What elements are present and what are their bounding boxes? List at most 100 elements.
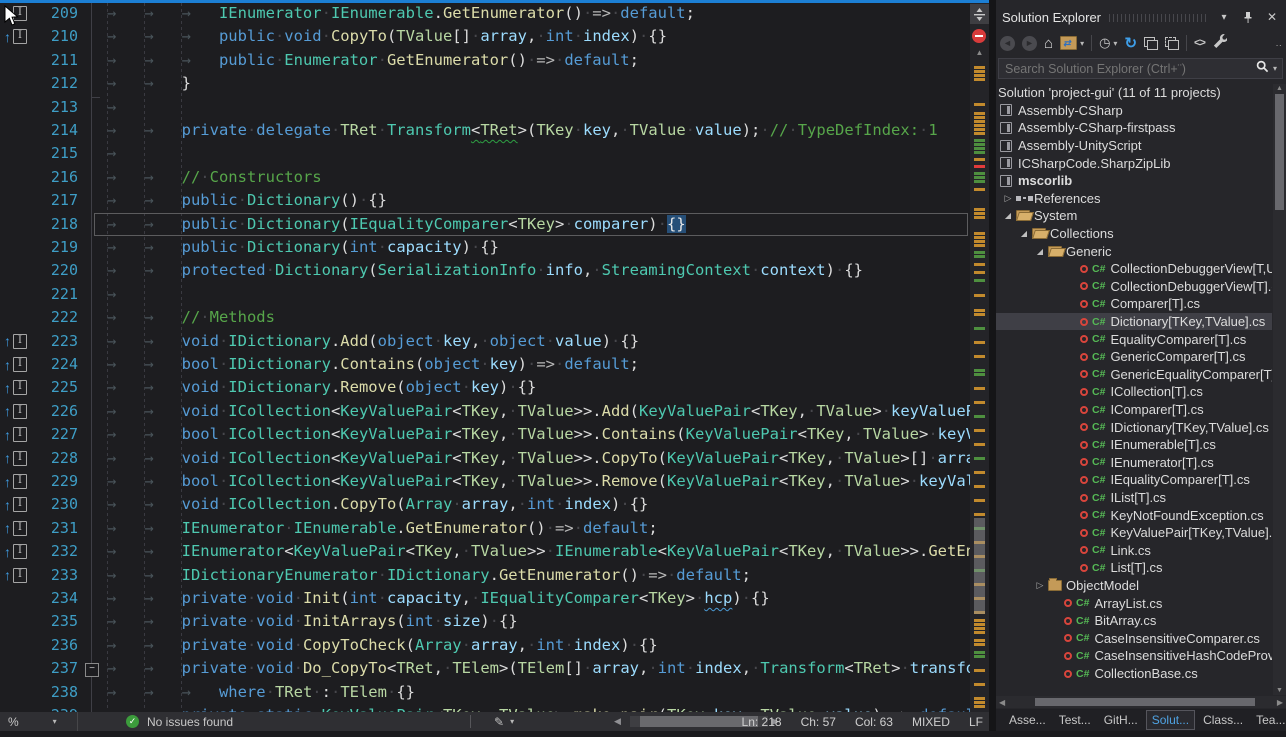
search-box[interactable]: ▾ [998, 58, 1283, 79]
code-line[interactable]: 222→→//·Methods [0, 306, 970, 329]
tree-item[interactable]: C#KeyValuePair[TKey,TValue].cs [996, 524, 1272, 542]
tree-item[interactable]: Assembly-CSharp-firstpass [996, 119, 1272, 137]
tree-vertical-scrollbar[interactable]: ▲ ▼ [1273, 84, 1286, 695]
code-line[interactable]: ↑I210→→→public·void·CopyTo(TValue[]·arra… [0, 25, 970, 48]
tree-item[interactable]: ▷ObjectModel [996, 577, 1272, 595]
tree-item[interactable]: C#Dictionary[TKey,TValue].cs [996, 313, 1272, 331]
show-all-files-button[interactable] [1165, 37, 1179, 50]
scroll-right-arrow[interactable]: ▶ [1277, 698, 1283, 707]
tree-item[interactable]: Solution 'project-gui' (11 of 11 project… [996, 84, 1272, 102]
split-window-handle[interactable] [970, 4, 989, 24]
expand-arrow-icon[interactable]: ▷ [1000, 193, 1016, 204]
code-line[interactable]: ↑I229→→bool·ICollection<KeyValuePair<TKe… [0, 470, 970, 493]
code-editor[interactable]: ↑I209→→→IEnumerator·IEnumerable.GetEnume… [0, 0, 989, 712]
search-options-dropdown[interactable]: ▾ [1273, 64, 1277, 73]
tool-window-tab[interactable]: GitH... [1099, 711, 1143, 729]
implements-interface-icon[interactable]: ↑I [4, 333, 27, 350]
tree-item[interactable]: C#Link.cs [996, 542, 1272, 560]
code-line[interactable]: 218→→public·Dictionary(IEqualityComparer… [0, 213, 970, 236]
implements-interface-icon[interactable]: ↑I [4, 473, 27, 490]
implements-interface-icon[interactable]: ↑I [4, 543, 27, 560]
code-line[interactable]: 220→→protected·Dictionary(SerializationI… [0, 259, 970, 282]
tool-window-tab[interactable]: Test... [1054, 711, 1096, 729]
tree-item[interactable]: C#ArrayList.cs [996, 594, 1272, 612]
search-icon[interactable] [1256, 60, 1269, 78]
implements-interface-icon[interactable]: ↑I [4, 450, 27, 467]
tree-item[interactable]: ICSharpCode.SharpZipLib [996, 154, 1272, 172]
implements-interface-icon[interactable]: ↑I [4, 403, 27, 420]
tree-item[interactable]: C#List[T].cs [996, 559, 1272, 577]
code-line[interactable]: 221→ [0, 283, 970, 306]
tree-item[interactable]: C#IEnumerable[T].cs [996, 436, 1272, 454]
code-line[interactable]: ↑I223→→void·IDictionary.Add(object·key,·… [0, 330, 970, 353]
code-line[interactable]: 239→→private·static·KeyValuePair<TKey,·T… [0, 704, 970, 712]
document-health-indicator[interactable]: ✓ No issues found [126, 712, 233, 731]
tree-item[interactable]: C#IDictionary[TKey,TValue].cs [996, 418, 1272, 436]
line-ending-indicator[interactable]: LF [969, 715, 983, 729]
tree-item[interactable]: Assembly-CSharp [996, 102, 1272, 120]
tree-item[interactable]: ▷References [996, 190, 1272, 208]
tree-item[interactable]: C#IEnumerator[T].cs [996, 454, 1272, 472]
drag-grip[interactable] [1109, 14, 1208, 22]
tree-item[interactable]: Assembly-UnityScript [996, 137, 1272, 155]
code-line[interactable]: 219→→public·Dictionary(int·capacity)·{} [0, 236, 970, 259]
tree-item[interactable]: C#CaseInsensitiveComparer.cs [996, 630, 1272, 648]
code-line[interactable]: ↑I226→→void·ICollection<KeyValuePair<TKe… [0, 400, 970, 423]
code-line[interactable]: ↑I209→→→IEnumerator·IEnumerable.GetEnume… [0, 2, 970, 25]
code-line[interactable]: 215→ [0, 142, 970, 165]
close-icon[interactable]: ✕ [1264, 9, 1280, 25]
zoom-control[interactable]: % ▾ [0, 712, 78, 731]
code-line[interactable]: ↑I233→→IDictionaryEnumerator·IDictionary… [0, 564, 970, 587]
tree-item[interactable]: C#GenericEqualityComparer[T].cs [996, 366, 1272, 384]
code-line[interactable]: 213→ [0, 96, 970, 119]
tree-item[interactable]: C#KeyNotFoundException.cs [996, 506, 1272, 524]
code-line[interactable]: ↑I227→→bool·ICollection<KeyValuePair<TKe… [0, 423, 970, 446]
tree-item[interactable]: C#BitArray.cs [996, 612, 1272, 630]
code-line[interactable]: 217→→public·Dictionary()·{} [0, 189, 970, 212]
code-line[interactable]: 238→→→where·TRet·:·TElem·{} [0, 681, 970, 704]
fold-collapse-button[interactable]: − [85, 663, 99, 677]
collapse-all-button[interactable] [1144, 37, 1158, 50]
tree-item[interactable]: C#CaseInsensitiveHashCodeProvider.cs [996, 647, 1272, 665]
tree-item[interactable]: C#EqualityComparer[T].cs [996, 330, 1272, 348]
implements-interface-icon[interactable]: ↑I [4, 379, 27, 396]
code-line[interactable]: 212→→} [0, 72, 970, 95]
collapse-arrow-icon[interactable]: ◢ [1032, 247, 1048, 256]
tree-item[interactable]: C#CollectionBase.cs [996, 665, 1272, 683]
expand-arrow-icon[interactable]: ▷ [1032, 580, 1048, 591]
pin-icon[interactable] [1240, 9, 1256, 25]
toolbar-overflow-button[interactable]: ‥ [1275, 38, 1282, 49]
implements-interface-icon[interactable]: ↑I [4, 28, 27, 45]
window-position-button[interactable]: ▾ [1216, 9, 1232, 25]
tool-window-tab[interactable]: Class... [1198, 711, 1248, 729]
code-line[interactable]: 216→→//·Constructors [0, 166, 970, 189]
tree-item[interactable]: ◢Collections [996, 225, 1272, 243]
implements-interface-icon[interactable]: ↑I [4, 520, 27, 537]
tree-hscrollbar-thumb[interactable] [1035, 698, 1255, 706]
view-code-button[interactable]: <> [1194, 37, 1205, 49]
properties-wrench-button[interactable] [1212, 33, 1227, 53]
tree-item[interactable]: C#GenericComparer[T].cs [996, 348, 1272, 366]
scroll-up-arrow[interactable]: ▲ [970, 48, 989, 57]
implements-interface-icon[interactable]: ↑I [4, 426, 27, 443]
forward-button[interactable]: ► [1022, 36, 1037, 51]
scroll-left-arrow[interactable]: ◀ [614, 712, 621, 731]
tree-item[interactable]: C#Comparer[T].cs [996, 295, 1272, 313]
code-line[interactable]: 235→→private·void·InitArrays(int·size)·{… [0, 610, 970, 633]
collapse-arrow-icon[interactable]: ◢ [1000, 211, 1016, 220]
pending-changes-filter-button[interactable]: ◷ ▾ [1099, 35, 1117, 51]
character-indicator[interactable]: Ch: 57 [801, 715, 836, 729]
code-line[interactable]: 237→→private·void·Do_CopyTo<TRet,·TElem>… [0, 657, 970, 680]
vertical-scrollbar-thumb[interactable] [974, 518, 985, 614]
tool-window-tab[interactable]: Asse... [1004, 711, 1051, 729]
tree-item[interactable]: C#IEqualityComparer[T].cs [996, 471, 1272, 489]
code-line[interactable]: 234→→private·void·Init(int·capacity,·IEq… [0, 587, 970, 610]
tree-horizontal-scrollbar[interactable]: ◀ ▶ [996, 696, 1286, 708]
column-indicator[interactable]: Col: 63 [855, 715, 893, 729]
code-line[interactable]: ↑I228→→void·ICollection<KeyValuePair<TKe… [0, 447, 970, 470]
tree-scrollbar-thumb[interactable] [1275, 94, 1284, 210]
implements-interface-icon[interactable]: ↑I [4, 356, 27, 373]
indentation-indicator[interactable]: MIXED [912, 715, 950, 729]
tree-item[interactable]: ◢System [996, 207, 1272, 225]
tree-item[interactable]: mscorlib [996, 172, 1272, 190]
